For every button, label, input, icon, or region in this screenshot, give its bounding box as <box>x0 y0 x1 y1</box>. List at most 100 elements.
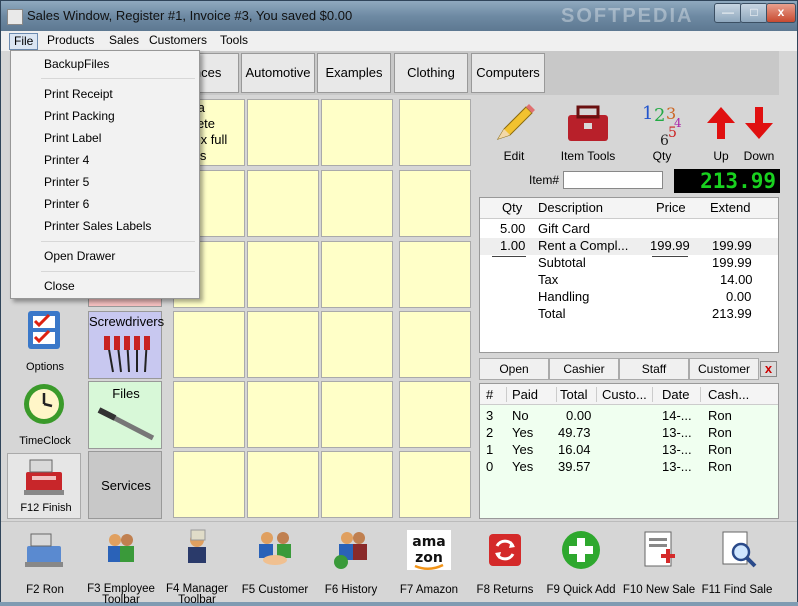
invoice-table[interactable]: Qty Description Price Extend 5.00 Gift C… <box>479 197 779 353</box>
header-price[interactable]: Price <box>656 200 686 215</box>
product-cell[interactable] <box>321 381 393 448</box>
close-window-button[interactable]: x <box>766 3 796 23</box>
product-cell[interactable] <box>247 99 319 166</box>
total-display: 213.99 <box>674 169 780 193</box>
menu-tools[interactable]: Tools <box>216 33 252 48</box>
summary-row: Tax 14.00 <box>480 272 778 289</box>
maximize-button[interactable]: □ <box>740 3 768 23</box>
finish-button[interactable]: F12 Finish <box>7 453 81 519</box>
menu-item-printer-5[interactable]: Printer 5 <box>12 172 196 192</box>
menu-item-print-packing[interactable]: Print Packing <box>12 106 196 126</box>
item-number-input[interactable] <box>563 171 663 189</box>
row-total: 39.57 <box>558 459 591 474</box>
tab-automotive[interactable]: Automotive <box>241 53 315 93</box>
menu-file[interactable]: File <box>9 33 39 50</box>
menu-item-printer-4[interactable]: Printer 4 <box>12 150 196 170</box>
menu-item-print-label[interactable]: Print Label <box>12 128 196 148</box>
header-paid[interactable]: Paid <box>512 387 557 402</box>
file-tool-icon <box>97 407 155 441</box>
menu-item-open-drawer[interactable]: Open Drawer <box>12 246 196 266</box>
row-paid: No <box>512 408 529 423</box>
f6-history-button[interactable]: F6 History <box>313 528 389 598</box>
tab-examples[interactable]: Examples <box>317 53 391 93</box>
product-cell[interactable] <box>399 170 471 237</box>
f9-quick-add-button[interactable]: F9 Quick Add <box>543 528 619 598</box>
product-cell[interactable] <box>399 451 471 518</box>
menu-item-printer-6[interactable]: Printer 6 <box>12 194 196 214</box>
product-cell[interactable] <box>399 381 471 448</box>
product-cell[interactable] <box>321 241 393 308</box>
header-date[interactable]: Date <box>662 387 701 402</box>
options-button[interactable]: Options <box>7 307 81 377</box>
f2-ron-button[interactable]: F2 Ron <box>7 528 83 598</box>
f11-label: F11 Find Sale <box>701 584 773 596</box>
tab-cashier[interactable]: Cashier <box>549 358 619 380</box>
product-cell[interactable] <box>399 99 471 166</box>
up-button[interactable]: Up <box>703 99 739 163</box>
product-cell[interactable] <box>399 241 471 308</box>
timeclock-button[interactable]: TimeClock <box>7 381 81 451</box>
new-document-icon <box>644 531 675 567</box>
table-row[interactable]: 0 Yes 39.57 13-... Ron <box>480 459 778 476</box>
product-cell[interactable] <box>247 170 319 237</box>
screwdrivers-icon <box>104 336 150 373</box>
tab-computers[interactable]: Computers <box>471 53 545 93</box>
product-cell[interactable] <box>247 381 319 448</box>
minimize-button[interactable]: — <box>714 3 742 23</box>
tab-customer[interactable]: Customer <box>689 358 759 380</box>
menu-item-backup-files[interactable]: BackupFiles <box>12 54 196 74</box>
down-label: Down <box>743 149 775 163</box>
header-description[interactable]: Description <box>538 200 603 215</box>
product-cell[interactable] <box>247 311 319 378</box>
sales-list[interactable]: # Paid Total Custo... Date Cash... 3 No … <box>479 383 779 519</box>
f11-find-sale-button[interactable]: F11 Find Sale <box>699 528 775 598</box>
product-cell[interactable] <box>173 311 245 378</box>
menu-item-printer-sales-labels[interactable]: Printer Sales Labels <box>12 216 196 236</box>
category-files[interactable]: Files <box>88 381 162 449</box>
product-cell[interactable] <box>173 451 245 518</box>
menu-products[interactable]: Products <box>43 33 98 48</box>
product-cell[interactable] <box>247 241 319 308</box>
category-services[interactable]: Services <box>88 451 162 519</box>
header-cashier[interactable]: Cash... <box>708 387 758 402</box>
header-qty[interactable]: Qty <box>502 200 522 215</box>
product-cell[interactable] <box>321 99 393 166</box>
item-tools-button[interactable]: Item Tools <box>557 99 619 163</box>
close-list-button[interactable]: x <box>760 361 777 377</box>
product-cell[interactable] <box>173 381 245 448</box>
header-total[interactable]: Total <box>560 387 597 402</box>
header-customer[interactable]: Custo... <box>602 387 653 402</box>
product-cell[interactable] <box>247 451 319 518</box>
product-cell[interactable] <box>321 170 393 237</box>
subtotal-value: 199.99 <box>712 255 752 270</box>
f3-employee-toolbar-button[interactable]: F3 Employee Toolbar <box>83 528 159 606</box>
screwdrivers-label: Screwdrivers <box>89 314 165 329</box>
table-row[interactable]: 3 No 0.00 14-... Ron <box>480 408 778 425</box>
header-extend[interactable]: Extend <box>710 200 750 215</box>
invoice-line[interactable]: 5.00 Gift Card <box>480 221 778 238</box>
f7-amazon-button[interactable]: ama zon F7 Amazon <box>391 528 467 598</box>
table-row[interactable]: 2 Yes 49.73 13-... Ron <box>480 425 778 442</box>
menu-item-close[interactable]: Close <box>12 276 196 296</box>
menu-item-print-receipt[interactable]: Print Receipt <box>12 84 196 104</box>
menu-customers[interactable]: Customers <box>145 33 211 48</box>
f8-returns-button[interactable]: F8 Returns <box>467 528 543 598</box>
tab-clothing[interactable]: Clothing <box>394 53 468 93</box>
f4-manager-toolbar-button[interactable]: F4 Manager Toolbar <box>159 528 235 606</box>
header-number[interactable]: # <box>486 387 507 402</box>
f10-new-sale-button[interactable]: F10 New Sale <box>621 528 697 598</box>
product-cell[interactable] <box>321 311 393 378</box>
table-row[interactable]: 1 Yes 16.04 13-... Ron <box>480 442 778 459</box>
tab-staff[interactable]: Staff <box>619 358 689 380</box>
product-cell[interactable] <box>321 451 393 518</box>
qty-button[interactable]: 1 2 3 4 5 6 Qty <box>637 99 687 163</box>
down-button[interactable]: Down <box>741 99 777 163</box>
edit-button[interactable]: Edit <box>487 99 541 163</box>
row-date: 13-... <box>662 442 692 457</box>
category-screwdrivers[interactable]: Screwdrivers <box>88 311 165 379</box>
f5-customer-button[interactable]: F5 Customer <box>237 528 313 598</box>
invoice-line[interactable]: 1.00 Rent a Compl... 199.99 199.99 <box>480 238 778 255</box>
tab-open[interactable]: Open <box>479 358 549 380</box>
product-cell[interactable] <box>399 311 471 378</box>
menu-sales[interactable]: Sales <box>105 33 143 48</box>
